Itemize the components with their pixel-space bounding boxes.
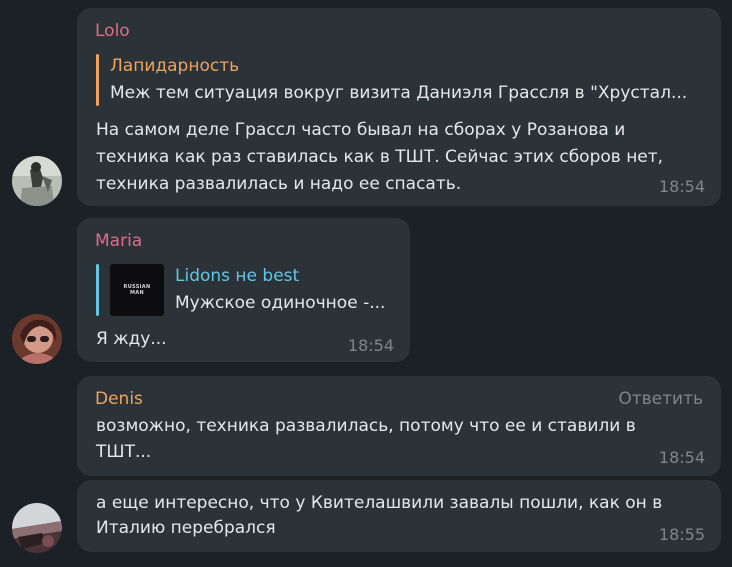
message-line-3: техника развалилась и надо ее спасать. [96,174,462,194]
message-time: 18:54 [658,177,705,196]
message-time: 18:55 [658,525,705,544]
quote-title[interactable]: Lidons не best [175,265,299,287]
quote-thumbnail[interactable]: RUSSIAN MAN [110,264,164,316]
author-name[interactable]: Denis [95,388,143,410]
quote-text[interactable]: Мужское одиночное -... [175,292,395,314]
message-line-2: ТШТ... [96,442,152,462]
message-time: 18:54 [658,448,705,467]
avatar-denis[interactable] [12,503,62,553]
message-line-1: На самом деле Грассл часто бывал на сбор… [96,120,626,140]
avatar-lolo[interactable] [12,156,62,206]
quote-bar [96,264,99,316]
quote-title[interactable]: Лапидарность [110,55,239,77]
author-name[interactable]: Lolo [95,20,130,42]
avatar-maria[interactable] [12,314,62,364]
message-bubble-lolo[interactable]: Lolo Лапидарность Меж тем ситуация вокру… [77,8,721,206]
quote-bar [96,54,99,106]
reply-button[interactable]: Ответить [618,389,703,409]
author-name[interactable]: Maria [95,230,142,252]
message-line-1: а еще интересно, что у Квителашвили зава… [96,493,663,513]
message-line-1: возможно, техника развалилась, потому чт… [96,416,636,436]
quote-text[interactable]: Меж тем ситуация вокруг визита Даниэля Г… [110,82,700,104]
message-line-2: техника как раз ставилась как в ТШТ. Сей… [96,147,664,167]
message-bubble-denis[interactable]: Denis Ответить возможно, техника развали… [77,376,721,476]
message-bubble-denis-2[interactable]: а еще интересно, что у Квителашвили зава… [77,480,721,552]
message-time: 18:54 [347,336,394,355]
message-line-1: Я жду... [96,329,167,349]
thumb-text-2: MAN [130,290,144,296]
message-line-2: Италию перебрался [96,518,276,538]
